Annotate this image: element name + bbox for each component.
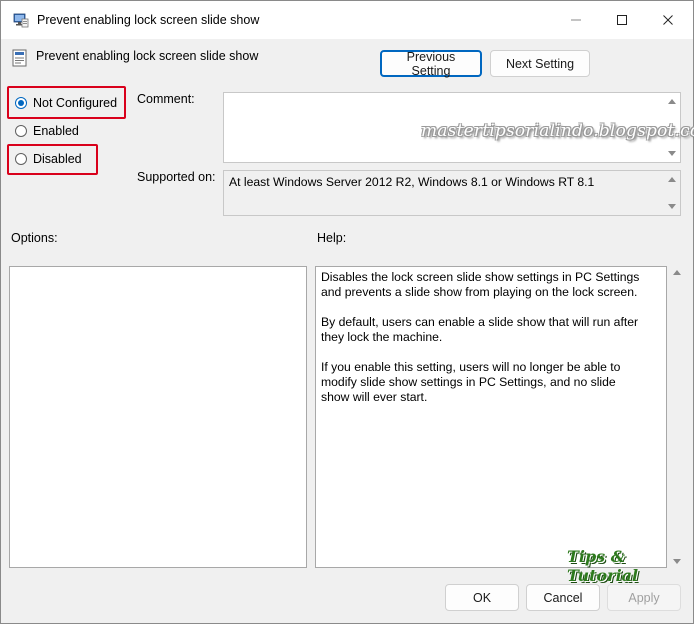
radio-label-enabled: Enabled — [33, 124, 79, 138]
help-paragraph: Disables the lock screen slide show sett… — [321, 270, 640, 299]
policy-editor-icon — [13, 13, 29, 28]
scroll-up-icon[interactable] — [673, 270, 681, 275]
previous-setting-button[interactable]: Previous Setting — [380, 50, 482, 78]
help-panel: Disables the lock screen slide show sett… — [315, 266, 667, 568]
title-bar: Prevent enabling lock screen slide show — [1, 1, 693, 39]
cancel-button[interactable]: Cancel — [526, 584, 600, 611]
maximize-icon — [617, 15, 627, 25]
radio-enabled[interactable]: Enabled — [15, 121, 79, 141]
highlight-not-configured — [7, 86, 126, 119]
supported-on-label: Supported on: — [137, 170, 216, 184]
help-text: Disables the lock screen slide show sett… — [321, 270, 646, 420]
apply-button[interactable]: Apply — [607, 584, 681, 611]
close-icon — [663, 15, 673, 25]
minimize-button[interactable] — [553, 1, 599, 39]
scroll-up-icon[interactable] — [668, 177, 676, 182]
options-panel — [9, 266, 307, 568]
policy-dialog-window: Prevent enabling lock screen slide show … — [0, 0, 694, 624]
radio-indicator-enabled[interactable] — [15, 125, 27, 137]
next-setting-button[interactable]: Next Setting — [490, 50, 590, 77]
help-paragraph: If you enable this setting, users will n… — [321, 360, 621, 404]
ok-button[interactable]: OK — [445, 584, 519, 611]
minimize-icon — [571, 19, 581, 21]
setting-title: Prevent enabling lock screen slide show — [36, 49, 259, 63]
comment-label: Comment: — [137, 92, 195, 106]
supported-on-value: At least Windows Server 2012 R2, Windows… — [229, 175, 595, 189]
tips-tutorial-logo: Tips & Tutorial — [567, 547, 639, 585]
supported-on-box: At least Windows Server 2012 R2, Windows… — [223, 170, 681, 216]
options-label: Options: — [11, 231, 58, 245]
setting-document-icon — [12, 49, 27, 67]
scroll-up-icon[interactable] — [668, 99, 676, 104]
help-label: Help: — [317, 231, 347, 245]
window-title: Prevent enabling lock screen slide show — [37, 13, 260, 27]
maximize-button[interactable] — [599, 1, 645, 39]
supported-on-scrollbar[interactable] — [664, 171, 680, 215]
scroll-down-icon[interactable] — [668, 204, 676, 209]
help-scrollbar[interactable] — [669, 266, 685, 568]
highlight-disabled — [7, 144, 98, 175]
scroll-down-icon[interactable] — [668, 151, 676, 156]
close-button[interactable] — [645, 1, 691, 39]
blog-watermark: mastertipsorialindo.blogspot.com — [421, 121, 694, 141]
help-paragraph: By default, users can enable a slide sho… — [321, 315, 639, 344]
